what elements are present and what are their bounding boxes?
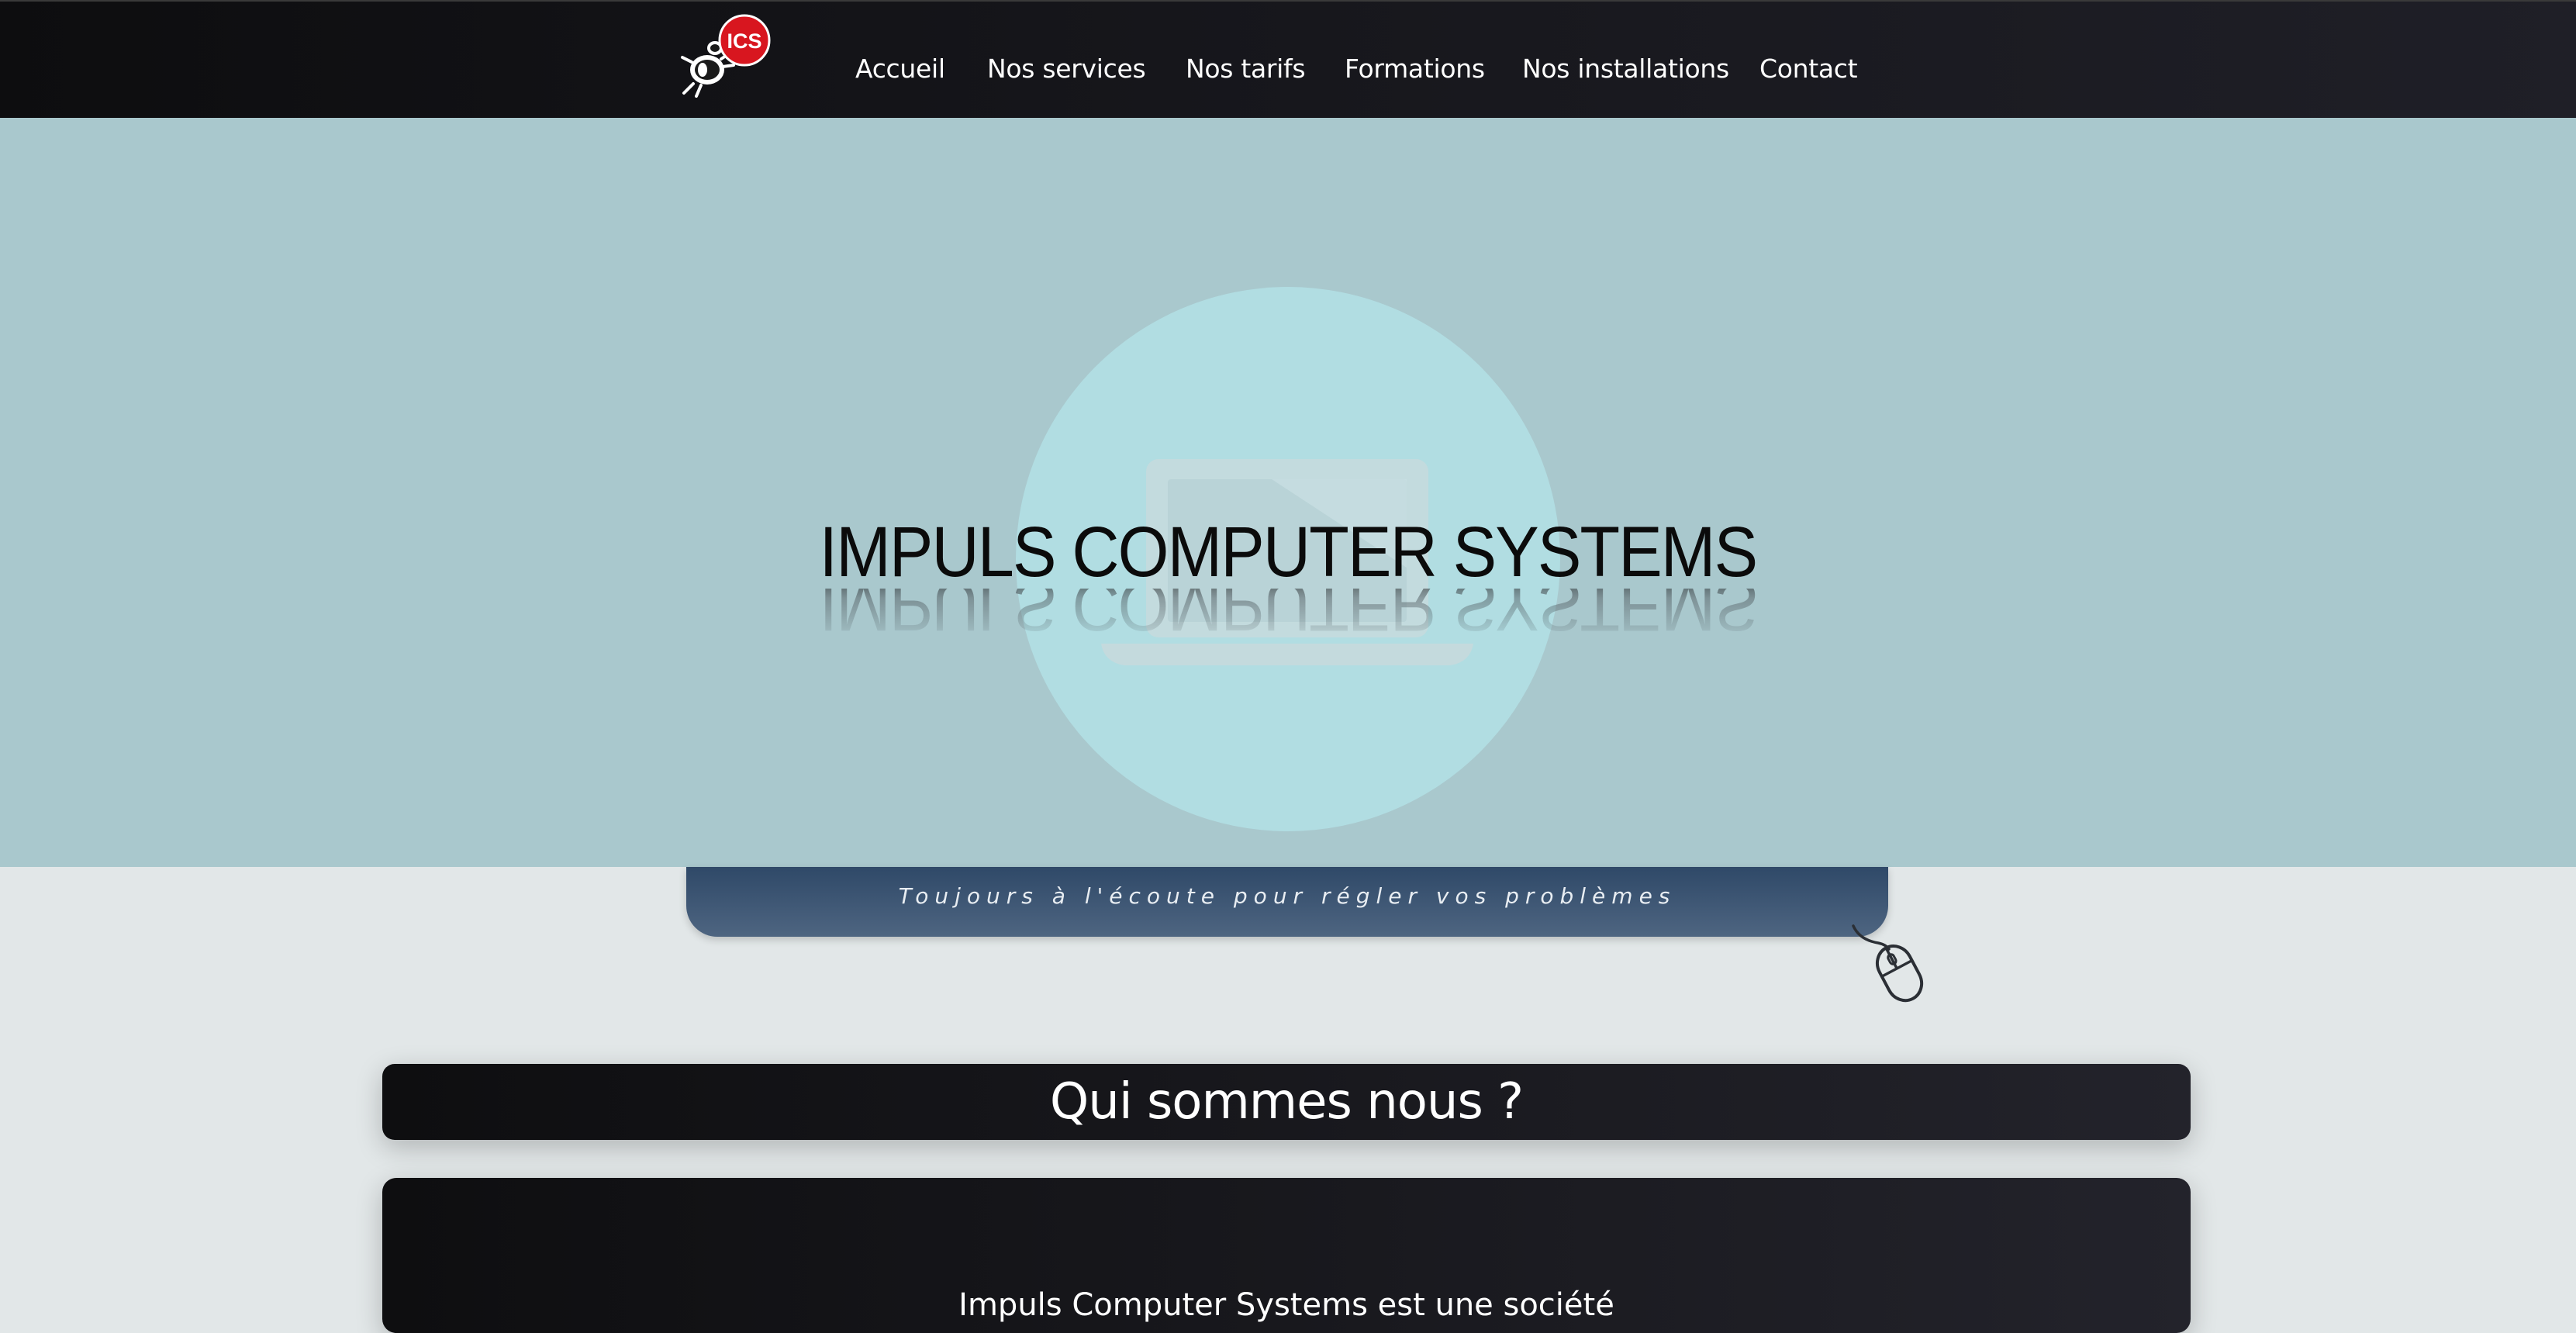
about-title-card: Qui sommes nous ? bbox=[382, 1064, 2191, 1140]
ics-logo[interactable]: ICS bbox=[679, 12, 780, 99]
nav-item-nos-tarifs[interactable]: Nos tarifs bbox=[1186, 50, 1306, 88]
about-body-text: Impuls Computer Systems est une société bbox=[958, 1287, 1614, 1323]
nav-item-contact[interactable]: Contact bbox=[1759, 50, 1858, 88]
hero-title-reflection-text: IMPULS COMPUTER SYSTEMS bbox=[820, 589, 1757, 643]
about-body-card: Impuls Computer Systems est une société bbox=[382, 1178, 2191, 1333]
hero-title-text: IMPULS COMPUTER SYSTEMS bbox=[819, 513, 1758, 592]
computer-mouse-icon bbox=[1852, 924, 1924, 1003]
nav-item-nos-services[interactable]: Nos services bbox=[987, 50, 1146, 88]
nav-item-accueil[interactable]: Accueil bbox=[855, 50, 945, 88]
top-navbar: ICS Accueil Nos services Nos tarifs Form… bbox=[0, 0, 2576, 118]
hero-title: IMPULS COMPUTER SYSTEMS bbox=[775, 513, 1801, 591]
nav-item-nos-installations[interactable]: Nos installations bbox=[1522, 50, 1729, 88]
hero-banner: IMPULS COMPUTER SYSTEMS IMPULS COMPUTER … bbox=[0, 118, 2576, 867]
hero-title-reflection: IMPULS COMPUTER SYSTEMS bbox=[775, 589, 1801, 643]
about-title: Qui sommes nous ? bbox=[1049, 1073, 1524, 1131]
logo-text: ICS bbox=[727, 29, 761, 53]
tagline-banner: Toujours à l'écoute pour régler vos prob… bbox=[686, 867, 1888, 937]
nav-item-formations[interactable]: Formations bbox=[1345, 50, 1485, 88]
tagline-text: Toujours à l'écoute pour régler vos prob… bbox=[898, 883, 1676, 909]
